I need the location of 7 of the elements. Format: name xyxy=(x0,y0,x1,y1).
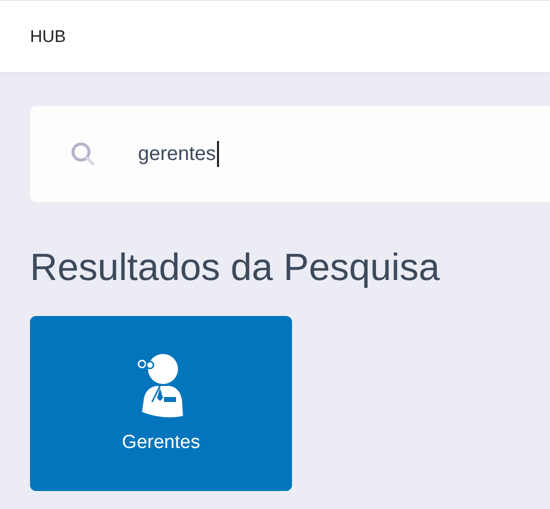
manager-icon xyxy=(136,352,186,418)
result-tile[interactable]: Gerentes xyxy=(30,316,292,491)
results-heading: Resultados da Pesquisa xyxy=(30,246,441,291)
search-field[interactable]: gerentes xyxy=(30,106,550,202)
text-cursor xyxy=(216,141,219,167)
app-title: HUB xyxy=(30,26,66,46)
search-icon xyxy=(70,141,96,167)
